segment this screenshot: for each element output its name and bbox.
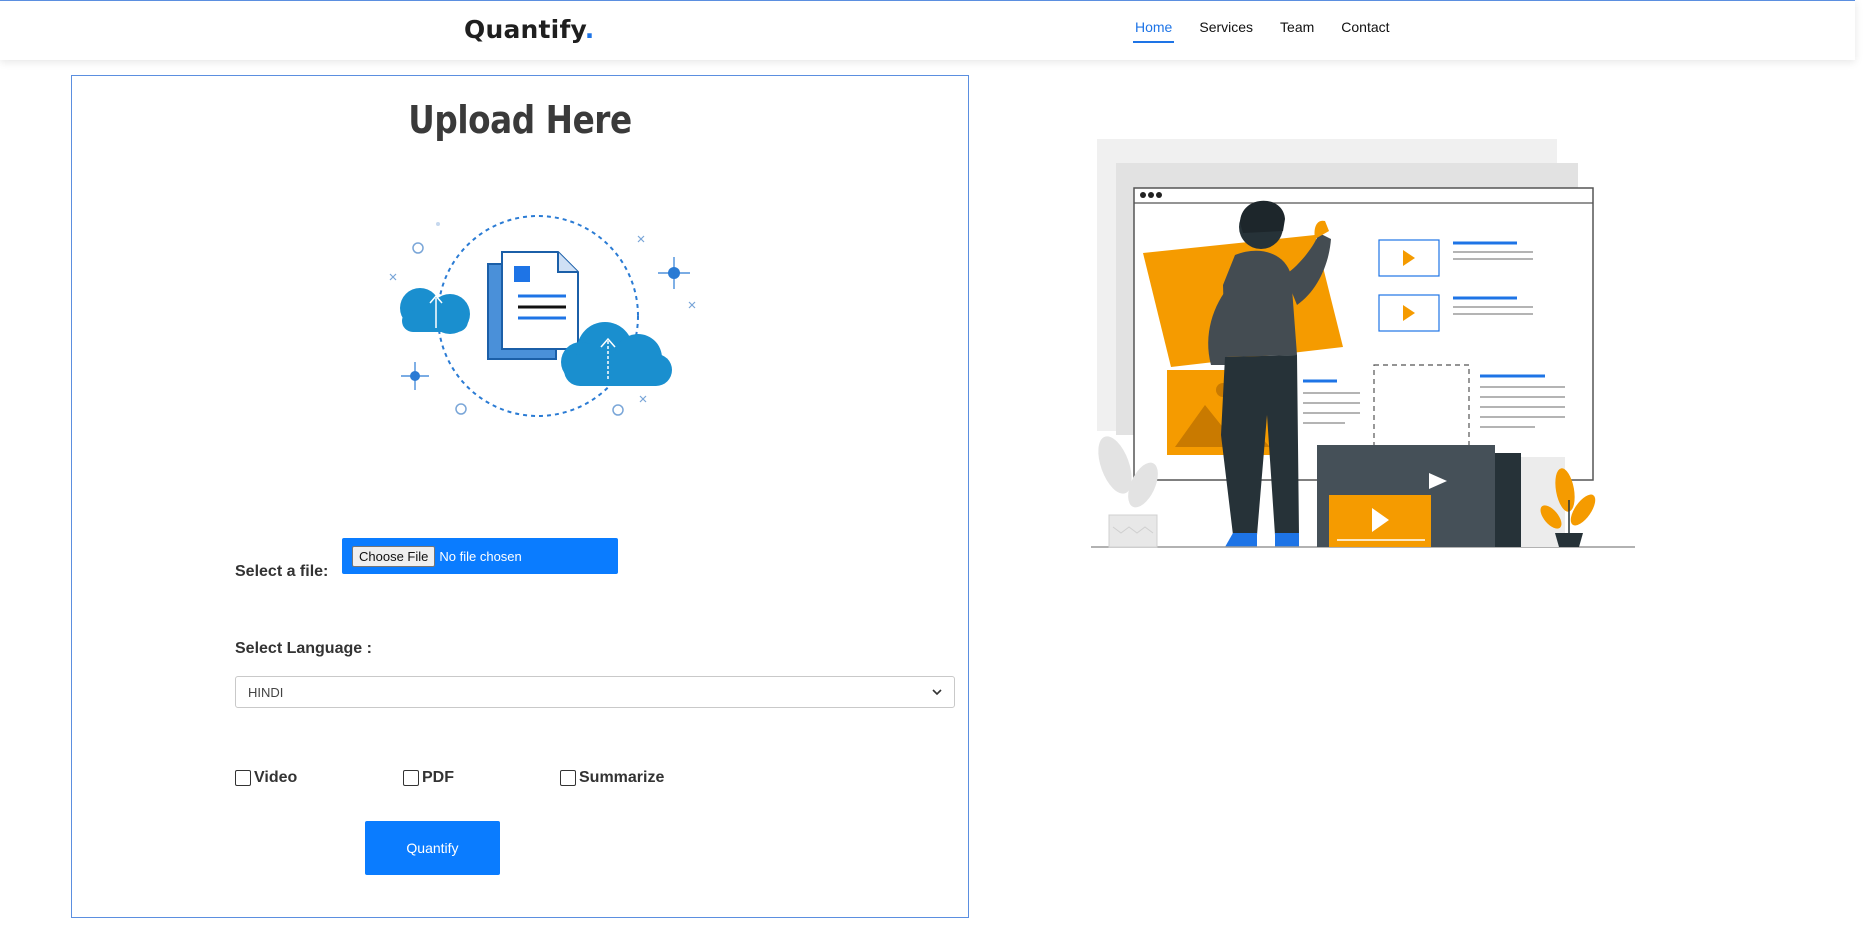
nav-services[interactable]: Services [1199, 19, 1253, 40]
quantify-button[interactable]: Quantify [365, 821, 500, 875]
file-status: No file chosen [439, 548, 522, 564]
brand-name: Quantify [464, 15, 585, 44]
file-label: Select a file: [235, 563, 329, 580]
video-checkbox[interactable] [235, 770, 251, 786]
nav-home[interactable]: Home [1132, 19, 1175, 43]
brand-dot: . [584, 15, 595, 44]
person-building-webpage-illustration [1091, 139, 1635, 548]
language-label: Select Language : [235, 640, 372, 657]
file-input[interactable]: Choose File No file chosen [342, 538, 618, 574]
cloud-upload-document-icon [389, 215, 696, 417]
checkbox-video[interactable]: Video [235, 769, 297, 787]
language-select[interactable]: HINDI [235, 676, 955, 708]
nav-team[interactable]: Team [1280, 19, 1314, 40]
checkbox-summarize[interactable]: Summarize [560, 769, 664, 787]
pdf-checkbox[interactable] [403, 770, 419, 786]
upload-title: Upload Here [408, 98, 632, 142]
brand-logo[interactable]: Quantify. [464, 15, 594, 44]
upload-panel: Upload Here Select a file: Choose File N… [71, 75, 969, 918]
video-label: Video [254, 769, 298, 786]
summarize-label: Summarize [579, 769, 665, 786]
main-nav: Home Services Team Contact [1132, 19, 1417, 43]
pdf-label: PDF [422, 769, 454, 786]
language-selected-value: HINDI [248, 684, 284, 700]
top-navbar: Quantify. Home Services Team Contact [0, 0, 1855, 60]
choose-file-button[interactable]: Choose File [352, 545, 436, 567]
chevron-down-icon [932, 689, 942, 696]
summarize-checkbox[interactable] [560, 770, 576, 786]
nav-contact[interactable]: Contact [1341, 19, 1389, 40]
checkbox-pdf[interactable]: PDF [403, 769, 454, 787]
